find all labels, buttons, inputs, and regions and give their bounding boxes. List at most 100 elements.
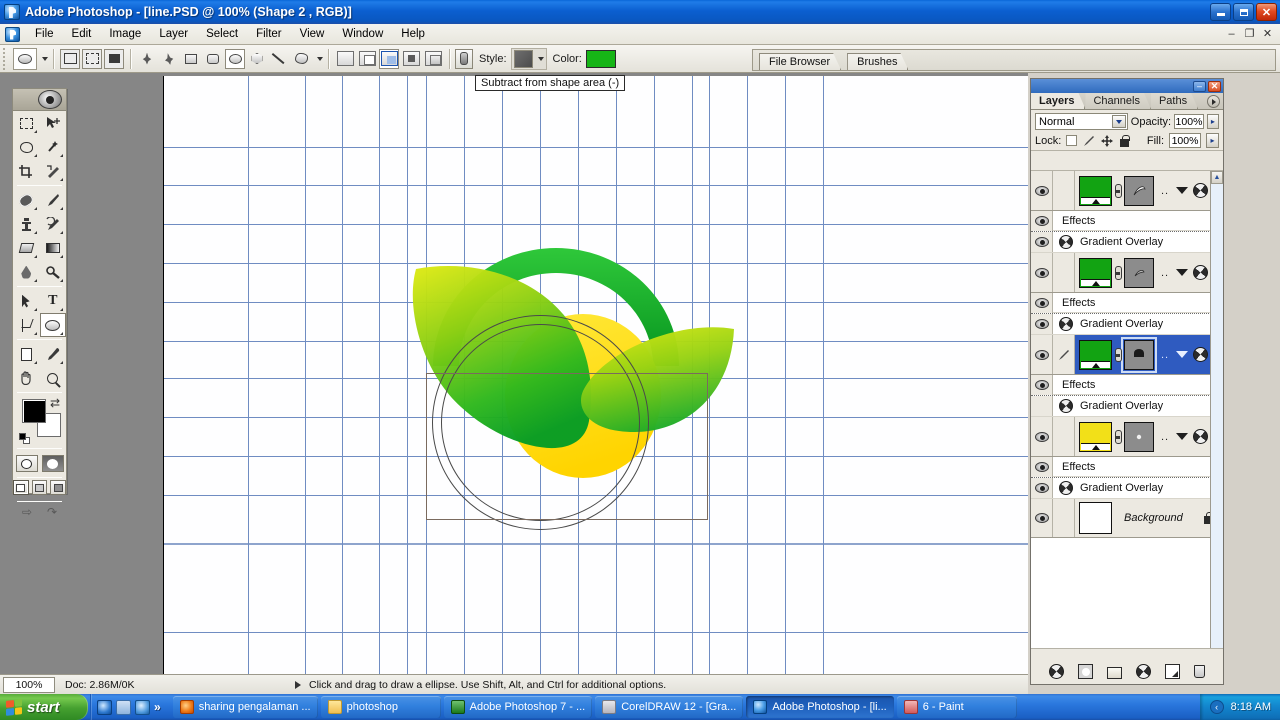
- healing-brush-tool[interactable]: [13, 188, 40, 212]
- menu-help[interactable]: Help: [392, 26, 434, 42]
- layer-row-selected[interactable]: ..: [1031, 335, 1223, 375]
- foreground-color-swatch[interactable]: [22, 399, 46, 423]
- layer-mask-link-icon[interactable]: [1112, 422, 1124, 452]
- internet-explorer-icon[interactable]: [97, 699, 112, 715]
- type-tool[interactable]: T: [40, 289, 67, 313]
- zoom-level-field[interactable]: 100%: [3, 676, 55, 693]
- task-button[interactable]: CorelDRAW 12 - [Gra...: [595, 696, 744, 718]
- background-layer-row[interactable]: Background: [1031, 499, 1223, 538]
- toolbox-header[interactable]: [13, 89, 66, 111]
- layer-visibility-toggle[interactable]: [1031, 171, 1053, 210]
- palette-minimize-button[interactable]: –: [1193, 80, 1206, 92]
- rectangle-tool-button[interactable]: [181, 49, 201, 69]
- layers-palette-titlebar[interactable]: – ✕: [1031, 79, 1223, 93]
- path-selection-tool[interactable]: [13, 289, 40, 313]
- effect-row[interactable]: Gradient Overlay: [1031, 313, 1223, 335]
- layer-row[interactable]: ..: [1031, 417, 1223, 457]
- tray-expand-chevron-icon[interactable]: ‹: [1209, 700, 1224, 714]
- options-bar-grip[interactable]: [0, 46, 9, 72]
- style-swatch[interactable]: [513, 49, 533, 68]
- eyedropper-tool[interactable]: [40, 342, 67, 366]
- document-canvas[interactable]: [163, 76, 1028, 674]
- polygon-tool-button[interactable]: [247, 49, 267, 69]
- doc-size-info[interactable]: Doc: 2.86M/0K: [65, 679, 235, 691]
- gradient-tool[interactable]: [40, 236, 67, 260]
- layer-visibility-toggle[interactable]: [1031, 335, 1053, 374]
- lock-image-pixels-icon[interactable]: [1082, 134, 1095, 147]
- lock-all-icon[interactable]: [1118, 134, 1131, 147]
- lasso-tool[interactable]: [13, 135, 40, 159]
- zoom-tool[interactable]: [40, 366, 67, 390]
- line-tool-button[interactable]: [269, 49, 289, 69]
- add-to-shape-area-button[interactable]: [335, 49, 355, 69]
- doc-restore-button[interactable]: ❐: [1241, 26, 1258, 41]
- quick-launch-chevron-icon[interactable]: »: [154, 700, 161, 714]
- effects-header-row[interactable]: Effects: [1031, 292, 1223, 313]
- menu-view[interactable]: View: [291, 26, 334, 42]
- layers-list[interactable]: .. Effects Gradient Overlay .. Effects G…: [1031, 170, 1223, 648]
- start-button[interactable]: start: [0, 694, 88, 720]
- subtract-from-shape-area-button[interactable]: [357, 49, 377, 69]
- notes-tool[interactable]: [13, 342, 40, 366]
- tool-preset-chevron-down-icon[interactable]: [42, 56, 48, 61]
- intersect-shape-areas-button[interactable]: [379, 48, 399, 69]
- pen-tool[interactable]: [13, 313, 40, 337]
- layer-effects-icon[interactable]: [1193, 265, 1209, 280]
- menu-filter[interactable]: Filter: [247, 26, 291, 42]
- status-arrow-icon[interactable]: [295, 680, 301, 689]
- layer-row[interactable]: ..: [1031, 253, 1223, 293]
- palette-tab-brushes[interactable]: Brushes: [847, 53, 908, 70]
- layer-thumbnail[interactable]: [1079, 421, 1112, 452]
- chevron-down-icon[interactable]: [1111, 115, 1126, 128]
- slice-tool[interactable]: [40, 159, 67, 183]
- style-picker[interactable]: [510, 47, 547, 70]
- blend-mode-select[interactable]: Normal: [1035, 113, 1128, 130]
- layer-thumbnail[interactable]: [1079, 339, 1112, 370]
- standard-mode-button[interactable]: [15, 455, 38, 472]
- layer-mask-link-icon[interactable]: [1112, 258, 1124, 288]
- add-layer-mask-button[interactable]: [1078, 664, 1093, 679]
- custom-shape-tool-button[interactable]: [291, 49, 311, 69]
- layer-mask-link-icon[interactable]: [1112, 340, 1124, 370]
- layer-link-toggle[interactable]: [1053, 417, 1075, 456]
- move-tool[interactable]: [40, 111, 67, 135]
- windows-media-player-icon[interactable]: [135, 699, 150, 715]
- layers-scrollbar[interactable]: ▲: [1210, 171, 1223, 648]
- palette-tab-file-browser[interactable]: File Browser: [759, 53, 841, 70]
- crop-tool[interactable]: [13, 159, 40, 183]
- ellipse-shape-tool[interactable]: [39, 313, 66, 337]
- vector-mask-thumbnail[interactable]: [1124, 257, 1154, 288]
- history-brush-tool[interactable]: [40, 212, 67, 236]
- effects-visibility-toggle[interactable]: [1031, 210, 1053, 231]
- menu-window[interactable]: Window: [333, 26, 392, 42]
- task-button[interactable]: 6 - Paint: [896, 696, 1017, 718]
- document-icon[interactable]: [5, 26, 20, 42]
- layer-thumbnail[interactable]: [1079, 257, 1112, 288]
- layer-visibility-toggle[interactable]: [1031, 253, 1053, 292]
- tab-channels[interactable]: Channels: [1085, 93, 1150, 109]
- fill-field[interactable]: 100%: [1169, 133, 1201, 148]
- menu-select[interactable]: Select: [197, 26, 247, 42]
- palette-close-button[interactable]: ✕: [1208, 80, 1221, 92]
- lock-position-icon[interactable]: [1100, 134, 1113, 147]
- layer-link-toggle[interactable]: [1053, 171, 1075, 210]
- layer-edit-indicator[interactable]: [1053, 335, 1075, 374]
- effects-header-row[interactable]: Effects: [1031, 456, 1223, 477]
- paths-mode-button[interactable]: [82, 48, 102, 69]
- shape-options-chevron-down-icon[interactable]: [317, 56, 323, 61]
- system-clock[interactable]: 8:18 AM: [1231, 701, 1271, 713]
- layer-style-toggle-button[interactable]: [455, 48, 473, 69]
- task-button[interactable]: photoshop: [320, 696, 441, 718]
- layer-thumbnail[interactable]: [1079, 175, 1112, 206]
- magic-wand-tool[interactable]: [40, 135, 67, 159]
- layer-effects-icon[interactable]: [1193, 183, 1209, 198]
- shape-bounding-box[interactable]: [426, 373, 708, 520]
- hand-tool[interactable]: [13, 366, 40, 390]
- rounded-rectangle-tool-button[interactable]: [203, 49, 223, 69]
- effects-visibility-toggle[interactable]: [1031, 456, 1053, 477]
- standard-screen-mode-button[interactable]: [13, 480, 29, 495]
- expand-effects-chevron-down-icon[interactable]: [1176, 351, 1189, 358]
- brush-tool[interactable]: [40, 188, 67, 212]
- current-tool-preset-icon[interactable]: [13, 47, 37, 70]
- effect-visibility-toggle-off[interactable]: [1031, 396, 1053, 416]
